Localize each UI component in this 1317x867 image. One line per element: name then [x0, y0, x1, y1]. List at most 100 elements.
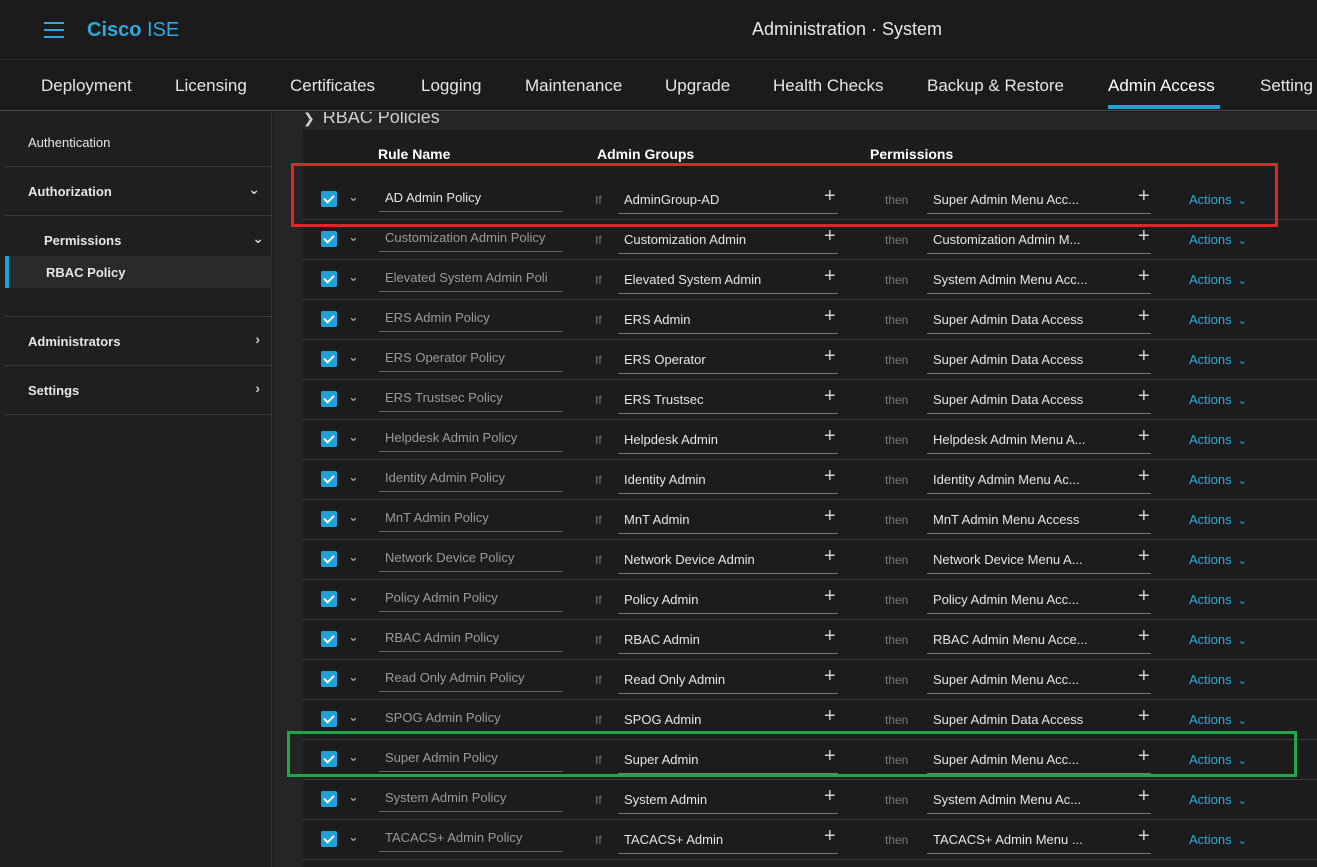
row-checkbox[interactable]	[321, 351, 337, 367]
add-group-plus-icon[interactable]: +	[824, 425, 836, 448]
add-group-plus-icon[interactable]: +	[824, 265, 836, 288]
add-group-plus-icon[interactable]: +	[824, 225, 836, 248]
add-group-plus-icon[interactable]: +	[824, 585, 836, 608]
add-group-plus-icon[interactable]: +	[824, 665, 836, 688]
row-checkbox[interactable]	[321, 631, 337, 647]
admin-group-select[interactable]: Helpdesk Admin	[618, 428, 838, 454]
admin-group-select[interactable]: TACACS+ Admin	[618, 828, 838, 854]
add-group-plus-icon[interactable]: +	[824, 705, 836, 728]
permission-select[interactable]: Policy Admin Menu Acc...	[927, 588, 1151, 614]
permission-select[interactable]: Super Admin Data Access	[927, 348, 1151, 374]
expand-row-chevron-icon[interactable]: ⌄	[348, 789, 359, 805]
expand-row-chevron-icon[interactable]: ⌄	[348, 509, 359, 525]
row-checkbox[interactable]	[321, 231, 337, 247]
row-checkbox[interactable]	[321, 551, 337, 567]
permission-select[interactable]: Super Admin Data Access	[927, 388, 1151, 414]
expand-row-chevron-icon[interactable]: ⌄	[348, 629, 359, 645]
actions-dropdown[interactable]: Actions ⌄	[1189, 352, 1247, 367]
rule-name-input[interactable]: Customization Admin Policy	[379, 226, 563, 252]
rule-name-input[interactable]: Network Device Policy	[379, 546, 563, 572]
actions-dropdown[interactable]: Actions ⌄	[1189, 552, 1247, 567]
admin-group-select[interactable]: ERS Admin	[618, 308, 838, 334]
actions-dropdown[interactable]: Actions ⌄	[1189, 592, 1247, 607]
permission-select[interactable]: Identity Admin Menu Ac...	[927, 468, 1151, 494]
actions-dropdown[interactable]: Actions ⌄	[1189, 832, 1247, 847]
add-permission-plus-icon[interactable]: +	[1138, 505, 1150, 528]
row-checkbox[interactable]	[321, 671, 337, 687]
permission-select[interactable]: TACACS+ Admin Menu ...	[927, 828, 1151, 854]
actions-dropdown[interactable]: Actions ⌄	[1189, 392, 1247, 407]
add-permission-plus-icon[interactable]: +	[1138, 585, 1150, 608]
actions-dropdown[interactable]: Actions ⌄	[1189, 632, 1247, 647]
row-checkbox[interactable]	[321, 431, 337, 447]
admin-group-select[interactable]: RBAC Admin	[618, 628, 838, 654]
section-header[interactable]: ❯ RBAC Policies	[303, 112, 440, 128]
tab-maintenance[interactable]: Maintenance	[525, 76, 622, 96]
actions-dropdown[interactable]: Actions ⌄	[1189, 312, 1247, 327]
actions-dropdown[interactable]: Actions ⌄	[1189, 792, 1247, 807]
admin-group-select[interactable]: Read Only Admin	[618, 668, 838, 694]
add-permission-plus-icon[interactable]: +	[1138, 625, 1150, 648]
tab-certificates[interactable]: Certificates	[290, 76, 375, 96]
admin-group-select[interactable]: Elevated System Admin	[618, 268, 838, 294]
actions-dropdown[interactable]: Actions ⌄	[1189, 472, 1247, 487]
expand-row-chevron-icon[interactable]: ⌄	[348, 829, 359, 845]
tab-licensing[interactable]: Licensing	[175, 76, 247, 96]
add-permission-plus-icon[interactable]: +	[1138, 665, 1150, 688]
add-permission-plus-icon[interactable]: +	[1138, 825, 1150, 848]
admin-group-select[interactable]: Policy Admin	[618, 588, 838, 614]
expand-row-chevron-icon[interactable]: ⌄	[348, 229, 359, 245]
rule-name-input[interactable]: Helpdesk Admin Policy	[379, 426, 563, 452]
expand-row-chevron-icon[interactable]: ⌄	[348, 389, 359, 405]
actions-dropdown[interactable]: Actions ⌄	[1189, 272, 1247, 287]
expand-row-chevron-icon[interactable]: ⌄	[348, 709, 359, 725]
actions-dropdown[interactable]: Actions ⌄	[1189, 232, 1247, 247]
row-checkbox[interactable]	[321, 391, 337, 407]
tab-backup-restore[interactable]: Backup & Restore	[927, 76, 1064, 96]
tab-admin-access[interactable]: Admin Access	[1108, 76, 1215, 96]
rule-name-input[interactable]: SPOG Admin Policy	[379, 706, 563, 732]
add-permission-plus-icon[interactable]: +	[1138, 465, 1150, 488]
permission-select[interactable]: Customization Admin M...	[927, 228, 1151, 254]
rule-name-input[interactable]: Read Only Admin Policy	[379, 666, 563, 692]
add-permission-plus-icon[interactable]: +	[1138, 265, 1150, 288]
add-permission-plus-icon[interactable]: +	[1138, 785, 1150, 808]
admin-group-select[interactable]: Customization Admin	[618, 228, 838, 254]
expand-row-chevron-icon[interactable]: ⌄	[348, 349, 359, 365]
row-checkbox[interactable]	[321, 591, 337, 607]
tab-upgrade[interactable]: Upgrade	[665, 76, 730, 96]
permission-select[interactable]: Network Device Menu A...	[927, 548, 1151, 574]
rule-name-input[interactable]: RBAC Admin Policy	[379, 626, 563, 652]
permission-select[interactable]: RBAC Admin Menu Acce...	[927, 628, 1151, 654]
add-group-plus-icon[interactable]: +	[824, 785, 836, 808]
permission-select[interactable]: Helpdesk Admin Menu A...	[927, 428, 1151, 454]
permission-select[interactable]: MnT Admin Menu Access	[927, 508, 1151, 534]
actions-dropdown[interactable]: Actions ⌄	[1189, 712, 1247, 727]
actions-dropdown[interactable]: Actions ⌄	[1189, 672, 1247, 687]
add-group-plus-icon[interactable]: +	[824, 545, 836, 568]
add-permission-plus-icon[interactable]: +	[1138, 545, 1150, 568]
rule-name-input[interactable]: ERS Operator Policy	[379, 346, 563, 372]
row-checkbox[interactable]	[321, 791, 337, 807]
add-group-plus-icon[interactable]: +	[824, 465, 836, 488]
row-checkbox[interactable]	[321, 511, 337, 527]
add-permission-plus-icon[interactable]: +	[1138, 345, 1150, 368]
expand-row-chevron-icon[interactable]: ⌄	[348, 669, 359, 685]
add-group-plus-icon[interactable]: +	[824, 625, 836, 648]
add-permission-plus-icon[interactable]: +	[1138, 425, 1150, 448]
row-checkbox[interactable]	[321, 311, 337, 327]
rule-name-input[interactable]: ERS Admin Policy	[379, 306, 563, 332]
rule-name-input[interactable]: Identity Admin Policy	[379, 466, 563, 492]
permission-select[interactable]: Super Admin Data Access	[927, 308, 1151, 334]
expand-row-chevron-icon[interactable]: ⌄	[348, 589, 359, 605]
rule-name-input[interactable]: TACACS+ Admin Policy	[379, 826, 563, 852]
admin-group-select[interactable]: Network Device Admin	[618, 548, 838, 574]
add-group-plus-icon[interactable]: +	[824, 345, 836, 368]
actions-dropdown[interactable]: Actions ⌄	[1189, 432, 1247, 447]
tab-logging[interactable]: Logging	[421, 76, 482, 96]
row-checkbox[interactable]	[321, 711, 337, 727]
row-checkbox[interactable]	[321, 271, 337, 287]
add-permission-plus-icon[interactable]: +	[1138, 225, 1150, 248]
row-checkbox[interactable]	[321, 831, 337, 847]
add-permission-plus-icon[interactable]: +	[1138, 385, 1150, 408]
